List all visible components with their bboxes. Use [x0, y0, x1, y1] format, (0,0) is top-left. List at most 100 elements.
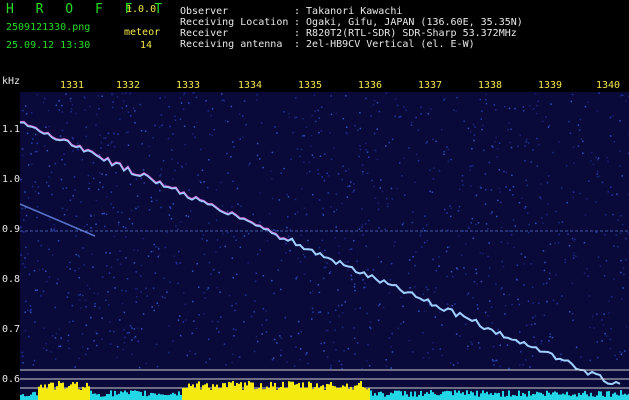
noise-speck	[294, 97, 297, 99]
noise-speck	[425, 286, 427, 288]
noise-speck	[75, 112, 77, 115]
signal-bar	[60, 383, 62, 400]
signal-bar	[392, 393, 394, 400]
noise-speck	[385, 92, 388, 94]
noise-speck	[525, 359, 527, 361]
noise-speck	[92, 266, 94, 268]
noise-speck	[134, 335, 137, 338]
noise-speck	[43, 145, 46, 147]
noise-speck	[227, 120, 229, 123]
noise-speck	[400, 323, 402, 325]
signal-bar	[498, 392, 500, 400]
noise-speck	[287, 196, 290, 198]
signal-bar	[460, 393, 462, 400]
noise-speck	[237, 203, 239, 205]
signal-bar	[158, 393, 160, 400]
noise-speck	[444, 208, 446, 211]
noise-speck	[26, 309, 29, 312]
noise-speck	[619, 232, 622, 234]
noise-speck	[22, 263, 24, 265]
signal-bar	[608, 391, 610, 400]
noise-speck	[210, 273, 212, 275]
noise-speck	[335, 209, 338, 211]
noise-speck	[25, 113, 28, 115]
noise-speck	[100, 147, 102, 149]
noise-speck	[513, 246, 515, 249]
noise-speck	[517, 298, 519, 301]
noise-speck	[617, 246, 619, 248]
noise-speck	[473, 134, 476, 136]
signal-bar	[86, 382, 88, 400]
noise-speck	[438, 265, 440, 267]
noise-speck	[481, 128, 483, 131]
signal-bar	[550, 394, 552, 400]
noise-speck	[586, 267, 588, 270]
noise-speck	[349, 248, 351, 251]
signal-bar	[278, 388, 280, 400]
noise-speck	[366, 151, 369, 153]
noise-speck	[446, 146, 448, 148]
noise-speck	[514, 107, 516, 110]
signal-bar	[146, 396, 148, 400]
info-key-antenna: Receiving antenna	[180, 39, 283, 50]
noise-speck	[338, 315, 341, 317]
signal-bar	[34, 391, 36, 400]
noise-speck	[545, 116, 547, 118]
noise-speck	[534, 93, 537, 95]
noise-speck	[424, 215, 426, 217]
noise-speck	[232, 180, 234, 183]
noise-speck	[107, 291, 109, 293]
noise-speck	[391, 138, 394, 141]
signal-bar	[258, 388, 260, 400]
noise-speck	[351, 278, 353, 281]
signal-bar	[98, 394, 100, 400]
noise-speck	[32, 364, 35, 366]
noise-speck	[101, 173, 103, 175]
noise-speck	[66, 266, 68, 268]
noise-speck	[320, 130, 323, 132]
noise-speck	[34, 289, 37, 292]
noise-speck	[213, 128, 215, 131]
noise-speck	[568, 120, 570, 123]
noise-speck	[385, 145, 387, 147]
noise-speck	[182, 321, 185, 323]
noise-speck	[159, 175, 161, 177]
signal-bar	[54, 389, 56, 400]
signal-bar	[560, 394, 562, 400]
noise-speck	[148, 145, 151, 148]
noise-speck	[283, 111, 285, 113]
noise-speck	[68, 347, 70, 350]
noise-speck	[58, 345, 60, 348]
noise-speck	[402, 305, 404, 307]
noise-speck	[194, 136, 196, 139]
noise-speck	[354, 124, 356, 127]
signal-bar	[40, 384, 42, 400]
noise-speck	[232, 328, 235, 330]
noise-speck	[608, 312, 610, 314]
noise-speck	[175, 224, 177, 227]
noise-speck	[127, 111, 130, 113]
noise-speck	[597, 356, 599, 359]
noise-speck	[422, 332, 424, 334]
noise-speck	[224, 120, 227, 122]
noise-speck	[62, 187, 64, 190]
noise-speck	[344, 237, 346, 240]
signal-bar	[598, 391, 600, 400]
noise-speck	[295, 346, 297, 348]
noise-speck	[297, 257, 300, 259]
signal-bar	[484, 393, 486, 400]
noise-speck	[280, 288, 282, 291]
signal-bar	[554, 391, 556, 400]
noise-speck	[63, 153, 65, 155]
noise-speck	[213, 269, 215, 271]
noise-speck	[558, 141, 561, 143]
noise-speck	[507, 129, 509, 131]
noise-speck	[342, 117, 345, 120]
noise-speck	[463, 120, 465, 122]
noise-speck	[140, 291, 142, 293]
noise-speck	[619, 150, 621, 152]
noise-speck	[519, 331, 521, 333]
noise-speck	[506, 242, 509, 245]
noise-speck	[475, 194, 478, 197]
noise-speck	[140, 328, 143, 330]
